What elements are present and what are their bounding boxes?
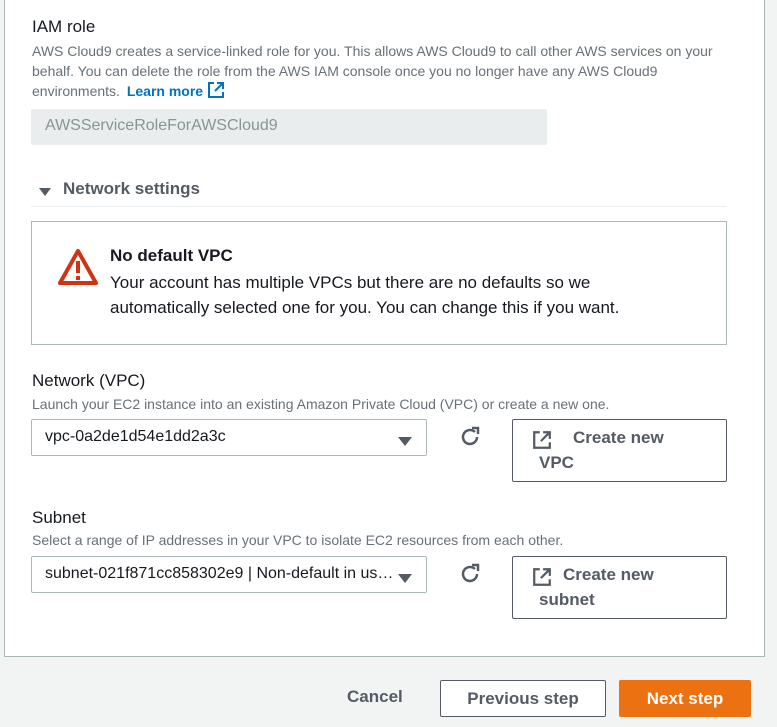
learn-more-link[interactable]: Learn more [127, 83, 203, 99]
previous-step-button[interactable]: Previous step [440, 680, 606, 717]
subnet-description: Select a range of IP addresses in your V… [32, 532, 564, 548]
alert-title: No default VPC [110, 246, 233, 265]
warning-icon [57, 248, 99, 291]
caret-down-icon [39, 184, 51, 202]
iam-role-description: AWS Cloud9 creates a service-linked role… [32, 41, 737, 104]
create-subnet-label-line1: Create new [563, 565, 654, 584]
alert-message: Your account has multiple VPCs but there… [110, 273, 620, 317]
subnet-label: Subnet [32, 508, 86, 527]
environment-settings-panel: IAM role AWS Cloud9 creates a service-li… [4, 0, 765, 657]
create-vpc-label-line1: Create new [573, 428, 664, 447]
external-link-icon[interactable] [207, 81, 225, 104]
external-link-icon [532, 567, 552, 592]
refresh-subnet-icon[interactable] [458, 562, 482, 586]
vpc-select[interactable]: vpc-0a2de1d54e1dd2a3c [31, 419, 427, 456]
dropdown-arrow-icon [398, 434, 412, 452]
vpc-label: Network (VPC) [32, 371, 146, 390]
vpc-description: Launch your EC2 instance into an existin… [32, 396, 610, 412]
create-subnet-label-line2: subnet [539, 590, 595, 609]
cancel-button[interactable]: Cancel [347, 687, 403, 707]
vpc-select-value: vpc-0a2de1d54e1dd2a3c [45, 428, 226, 445]
subnet-select[interactable]: subnet-021f871cc858302e9 | Non-default i… [31, 556, 427, 593]
refresh-vpc-icon[interactable] [458, 425, 482, 449]
iam-role-field: AWSServiceRoleForAWSCloud9 [31, 109, 547, 145]
network-settings-title: Network settings [63, 179, 200, 198]
create-new-subnet-button[interactable]: Create new subnet [512, 556, 727, 619]
iam-role-title: IAM role [32, 17, 96, 36]
network-settings-toggle[interactable]: Network settings [31, 177, 727, 207]
create-vpc-label-line2: VPC [539, 453, 574, 472]
subnet-select-value: subnet-021f871cc858302e9 | Non-default i… [45, 565, 427, 582]
next-step-button[interactable]: Next step [619, 680, 751, 717]
create-new-vpc-button[interactable]: Create new VPC [512, 419, 727, 482]
no-default-vpc-alert: No default VPC Your account has multiple… [31, 221, 727, 345]
dropdown-arrow-icon [398, 571, 412, 589]
external-link-icon [532, 430, 552, 455]
